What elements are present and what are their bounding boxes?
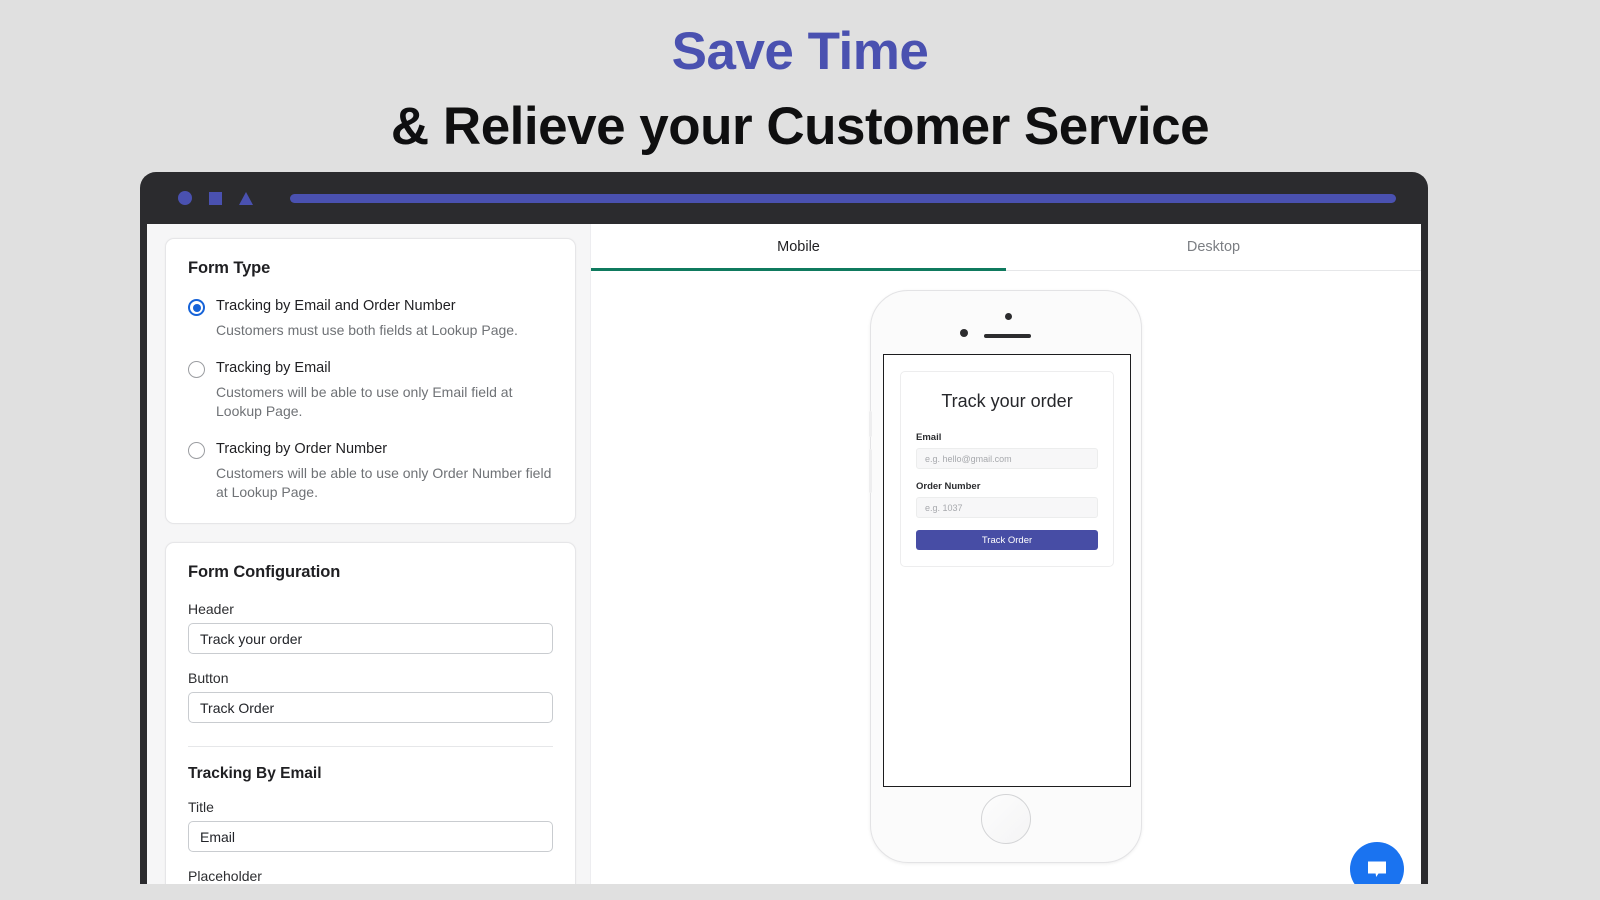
header-field-label: Header [188, 601, 234, 618]
button-field-label: Button [188, 670, 229, 687]
track-email-label: Email [916, 432, 942, 443]
form-configuration-title: Form Configuration [188, 563, 341, 582]
phone-mockup: Track your order Email e.g. hello@gmail.… [869, 290, 1142, 863]
circle-icon[interactable] [178, 191, 192, 205]
radio-icon-order-number[interactable] [188, 441, 205, 459]
browser-viewport: Form Type Tracking by Email and Order Nu… [147, 224, 1421, 884]
form-type-option-label: Tracking by Email and Order Number [216, 298, 456, 314]
browser-chrome-bar [147, 172, 1421, 224]
front-camera-icon [1005, 313, 1012, 320]
preview-panel: Mobile Desktop Track your order Email e.… [590, 224, 1421, 884]
track-email-input[interactable]: e.g. hello@gmail.com [916, 448, 1098, 469]
triangle-icon[interactable] [239, 191, 253, 205]
track-order-label: Order Number [916, 481, 981, 492]
window-controls [178, 191, 253, 205]
track-order-input[interactable]: e.g. 1037 [916, 497, 1098, 518]
email-placeholder-field-label: Placeholder [188, 868, 262, 884]
tab-desktop[interactable]: Desktop [1006, 224, 1421, 270]
track-order-form: Track your order Email e.g. hello@gmail.… [900, 371, 1114, 567]
form-configuration-card: Form Configuration Header Track your ord… [165, 542, 576, 884]
form-type-option-email-and-order[interactable]: Tracking by Email and Order Number Custo… [188, 297, 553, 340]
form-type-card: Form Type Tracking by Email and Order Nu… [165, 238, 576, 525]
tab-mobile-label: Mobile [777, 239, 820, 255]
button-input[interactable]: Track Order [188, 692, 553, 724]
form-type-option-description: Customers must use both fields at Lookup… [216, 322, 518, 338]
form-type-option-email[interactable]: Tracking by Email Customers will be able… [188, 359, 553, 421]
radio-icon-email[interactable] [188, 360, 205, 378]
form-type-option-description: Customers will be able to use only Order… [216, 464, 552, 500]
earpiece-speaker-icon [984, 334, 1031, 338]
form-type-option-label: Tracking by Order Number [216, 440, 388, 457]
section-divider [188, 746, 553, 748]
preview-stage: Track your order Email e.g. hello@gmail.… [591, 271, 1421, 884]
form-type-option-label: Tracking by Email [216, 359, 331, 376]
email-title-input[interactable]: Email [188, 821, 553, 853]
settings-panel: Form Type Tracking by Email and Order Nu… [147, 224, 590, 884]
square-icon[interactable] [209, 191, 222, 205]
form-type-option-description: Customers will be able to use only Email… [216, 383, 513, 419]
preview-tabs: Mobile Desktop [591, 224, 1421, 271]
radio-icon-email-and-order[interactable] [188, 299, 205, 316]
browser-window: Form Type Tracking by Email and Order Nu… [140, 172, 1428, 884]
tab-desktop-label: Desktop [1186, 239, 1241, 255]
tab-mobile[interactable]: Mobile [591, 224, 1006, 271]
proximity-sensor-icon [960, 329, 968, 337]
header-input[interactable]: Track your order [188, 623, 553, 655]
phone-screen: Track your order Email e.g. hello@gmail.… [883, 354, 1131, 787]
track-form-title: Track your order [941, 391, 1073, 411]
headline-primary: Save Time [671, 22, 929, 81]
email-title-field-label: Title [188, 799, 214, 816]
form-type-option-order-number[interactable]: Tracking by Order Number Customers will … [188, 440, 553, 502]
home-button-icon[interactable] [981, 794, 1031, 844]
chat-bubble-icon [1368, 861, 1386, 877]
track-order-submit-button[interactable]: Track Order [916, 530, 1098, 550]
address-bar[interactable] [290, 193, 1396, 203]
tracking-by-email-title: Tracking By Email [188, 765, 322, 783]
headline-secondary: & Relieve your Customer Service [390, 96, 1210, 156]
marketing-headline: Save Time & Relieve your Customer Servic… [0, 0, 1600, 162]
form-type-title: Form Type [188, 259, 271, 277]
